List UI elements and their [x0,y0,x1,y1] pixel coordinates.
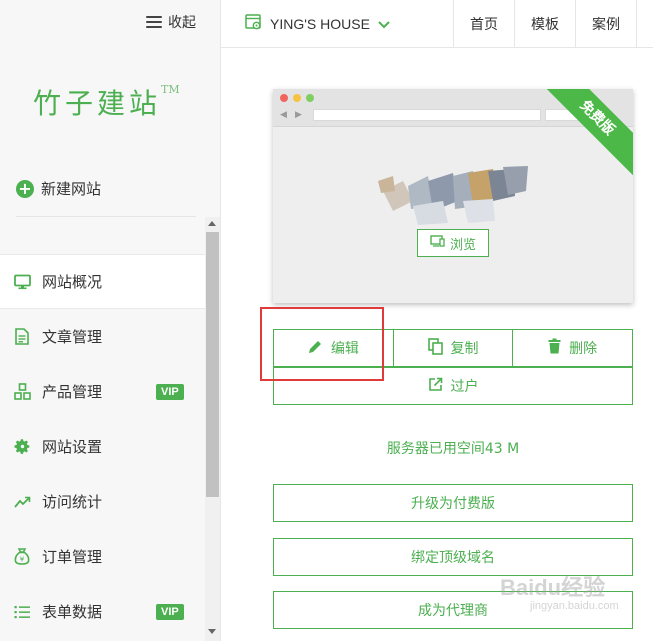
chevron-down-icon [378,16,390,32]
site-settings-icon [245,14,262,34]
document-icon [13,328,31,346]
collapse-button[interactable]: 收起 [146,12,196,32]
site-thumbnail-art [378,166,528,225]
sidebar-item-articles[interactable]: 文章管理 [0,309,205,364]
sidebar: 收起 竹子建站TM + 新建网站 网站概况 文章管理 产品管理 VIP 网站设置… [0,0,221,641]
top-nav: 首页 模板 案例 [453,0,653,48]
moneybag-icon: ¥ [13,548,31,566]
copy-label: 复制 [450,341,479,357]
vip-badge: VIP [156,383,184,400]
sidebar-item-label: 访问统计 [42,493,103,511]
hamburger-icon [146,16,162,28]
sidebar-item-label: 网站概况 [42,273,103,291]
sidebar-item-label: 文章管理 [42,328,103,346]
site-name: YING'S HOUSE [270,16,370,32]
edit-label: 编辑 [330,341,359,357]
sidebar-item-overview[interactable]: 网站概况 [0,254,205,309]
copy-icon [427,337,443,359]
sidebar-item-products[interactable]: 产品管理 VIP [0,364,205,419]
transfer-button[interactable]: 过户 [273,367,633,405]
monitor-icon [430,235,445,251]
trend-icon [13,493,31,511]
external-link-icon [428,377,443,396]
trash-icon [548,338,561,358]
site-selector[interactable]: YING'S HOUSE [245,14,390,34]
delete-button[interactable]: 删除 [512,329,634,367]
forward-arrow-icon: ▶ [295,110,302,120]
browse-button[interactable]: 浏览 [417,229,489,257]
logo: 竹子建站TM [33,82,180,122]
logo-tm: TM [161,82,180,96]
scroll-up-arrow-icon[interactable] [208,221,216,226]
new-site-label: 新建网站 [41,180,102,198]
back-arrow-icon: ◀ [280,110,287,120]
transfer-label: 过户 [450,379,479,395]
pencil-icon [308,339,323,358]
sidebar-item-label: 表单数据 [42,603,103,621]
nav-more[interactable] [636,0,653,48]
monitor-icon [13,273,31,291]
maximize-dot-icon [306,94,314,102]
minimize-dot-icon [293,94,301,102]
bind-domain-button[interactable]: 绑定顶级域名 [273,538,633,576]
scroll-down-arrow-icon[interactable] [208,629,216,634]
url-bar [313,109,541,121]
site-preview-card: ◀ ▶ 免费版 浏览 [273,89,633,303]
grid-icon [13,383,31,401]
delete-label: 删除 [569,341,598,357]
sidebar-item-settings[interactable]: 网站设置 [0,419,205,474]
nav-cases[interactable]: 案例 [575,0,636,48]
top-bar: YING'S HOUSE 首页 模板 案例 [221,0,653,48]
sidebar-divider [16,216,196,217]
edit-button[interactable]: 编辑 [273,329,393,367]
new-site-button[interactable]: + 新建网站 [16,178,101,199]
gear-icon [13,438,31,456]
logo-text: 竹子建站 [33,87,162,120]
plus-icon: + [16,179,34,198]
close-dot-icon [280,94,288,102]
become-agent-button[interactable]: 成为代理商 [273,591,633,629]
scrollbar-thumb[interactable] [206,232,219,497]
sidebar-item-label: 订单管理 [42,548,103,566]
vip-badge: VIP [156,603,184,620]
nav-templates[interactable]: 模板 [514,0,575,48]
storage-info: 服务器已用空间43 M [386,441,520,457]
sidebar-item-forms[interactable]: 表单数据 VIP [0,584,205,639]
sidebar-item-label: 产品管理 [42,383,103,401]
collapse-label: 收起 [168,15,196,31]
sidebar-menu: 网站概况 文章管理 产品管理 VIP 网站设置 访问统计 ¥ 订单管理 表单数据… [0,254,205,639]
nav-home[interactable]: 首页 [453,0,514,48]
sidebar-item-orders[interactable]: ¥ 订单管理 [0,529,205,584]
copy-button[interactable]: 复制 [392,329,513,367]
svg-text:¥: ¥ [20,556,25,564]
browse-label: 浏览 [449,237,476,253]
action-buttons: 编辑 复制 删除 [273,329,634,367]
sidebar-item-stats[interactable]: 访问统计 [0,474,205,529]
list-icon [13,603,31,621]
sidebar-item-label: 网站设置 [42,438,103,456]
upgrade-button[interactable]: 升级为付费版 [273,484,633,522]
